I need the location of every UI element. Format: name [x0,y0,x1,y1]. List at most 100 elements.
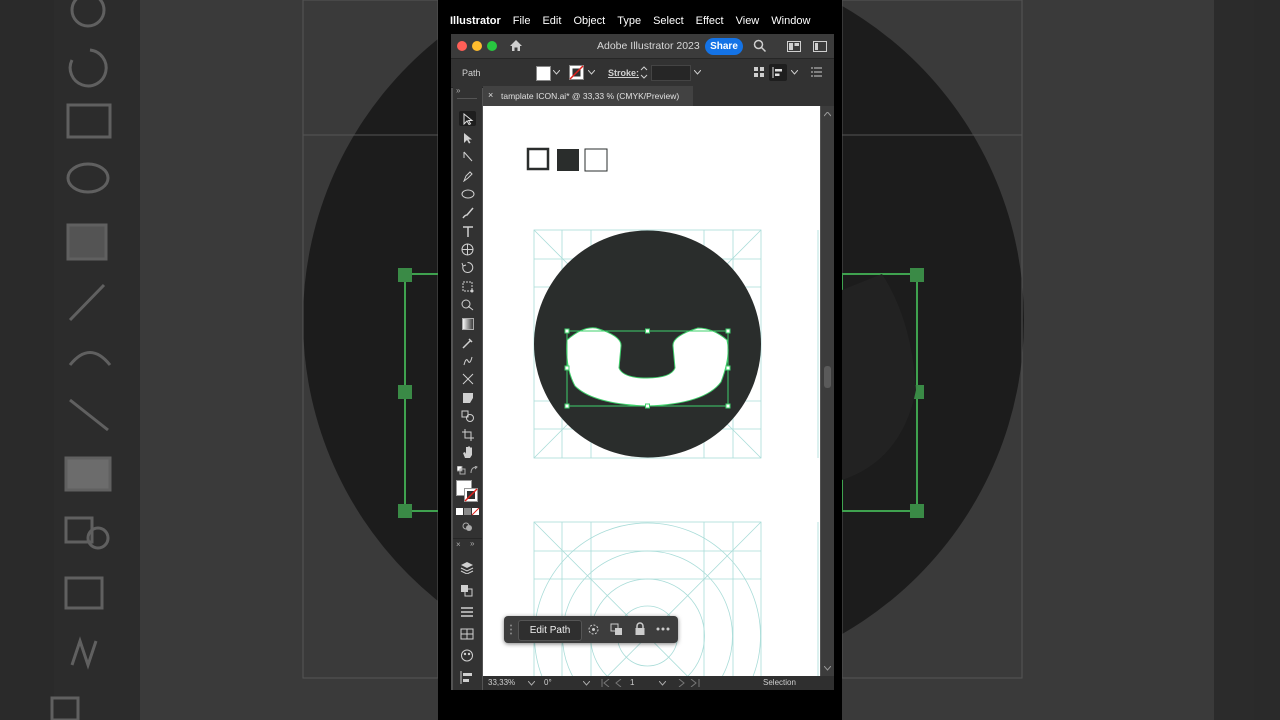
scroll-down-chevron-icon[interactable] [824,666,831,671]
minimize-window-button[interactable] [472,41,482,51]
selection-tool-button[interactable] [459,111,476,126]
panels-dock: × » [453,538,482,690]
toolbar-grip [457,98,477,99]
stroke-label[interactable]: Stroke: [608,68,639,78]
white-square-swatch[interactable] [584,148,608,172]
workspace-switcher-icon[interactable] [813,41,827,52]
align-button[interactable] [769,64,787,81]
fill-swatch[interactable] [536,66,551,81]
recolor-icon[interactable] [587,623,600,636]
color-palette-icon[interactable] [460,649,474,662]
scissors-tool-button[interactable] [459,371,476,386]
stroke-none-swatch-icon[interactable] [569,65,584,80]
drawing-modes-icon[interactable] [462,522,473,532]
globe-icon [461,243,474,256]
illustrator-window: Adobe Illustrator 2023 Share Path Stroke… [451,34,834,690]
menu-edit[interactable]: Edit [542,15,561,27]
outline-square-swatch[interactable] [526,147,550,171]
shapes-icon [461,410,474,422]
left-bg-artwork [50,0,438,720]
perspective-tool-button[interactable] [459,408,476,423]
symbol-sprayer-tool-button[interactable] [459,242,476,257]
paintbrush-tool-button[interactable] [459,205,476,220]
libraries-icon[interactable] [460,584,474,597]
dark-square-swatch[interactable] [557,149,579,171]
duplicate-icon[interactable] [610,623,623,636]
close-window-button[interactable] [457,41,467,51]
rotation-chevron-down-icon[interactable] [583,681,590,686]
ellipse-tool-button[interactable] [459,186,476,201]
hand-tool-button[interactable] [459,445,476,460]
scrollbar-thumb[interactable] [824,366,831,388]
more-options-icon[interactable] [656,627,670,631]
eyedropper-tool-button[interactable] [459,335,476,350]
artboard-chevron-down-icon[interactable] [659,681,666,686]
default-colors-icon[interactable] [457,466,466,475]
menu-type[interactable]: Type [617,15,641,27]
mac-menubar: Illustrator File Edit Object Type Select… [438,8,842,34]
color-modes-icon[interactable] [456,508,480,516]
direct-selection-tool-button[interactable] [459,130,476,145]
lock-icon[interactable] [634,622,646,636]
close-tab-icon[interactable]: × [488,90,493,100]
ellipse-icon [461,189,474,198]
arrange-documents-icon[interactable] [787,41,801,52]
rotate-icon [461,261,474,273]
eyedropper-icon [461,337,473,349]
align-chevron-down-icon[interactable] [791,70,798,75]
menu-object[interactable]: Object [573,15,605,27]
fill-dropdown-chevron-down-icon[interactable] [553,70,560,75]
panel-menu-icon[interactable] [811,67,822,77]
drag-handle-icon[interactable] [509,624,513,635]
layers-icon[interactable] [460,561,474,574]
menu-select[interactable]: Select [653,15,684,27]
zoom-window-button[interactable] [487,41,497,51]
scroll-up-chevron-icon[interactable] [824,112,831,117]
swap-colors-icon[interactable] [470,466,479,475]
transform-grid-icon[interactable] [754,67,765,78]
close-panels-icon[interactable]: × [456,540,461,549]
swatches-icon[interactable] [460,628,474,640]
gradient-tool-button[interactable] [459,316,476,331]
right-bg-artwork [842,0,1254,720]
artboard-tool-button[interactable] [459,390,476,405]
direct-selection-arrow-icon [463,132,472,143]
stroke-weight-input[interactable] [651,65,691,81]
menu-window[interactable]: Window [771,15,810,27]
stroke-weight-chevron-down-icon[interactable] [694,70,701,75]
free-transform-tool-button[interactable] [459,279,476,294]
edit-path-button[interactable]: Edit Path [518,620,582,641]
rotate-tool-button[interactable] [459,260,476,275]
menu-app-name[interactable]: Illustrator [450,15,501,27]
document-tab[interactable]: × tamplate ICON.ai* @ 33,33 % (CMYK/Prev… [483,86,693,106]
properties-icon[interactable] [460,606,474,618]
puppet-warp-tool-button[interactable] [459,353,476,368]
stroke-none-color-icon[interactable] [464,488,478,502]
type-tool-button[interactable] [459,224,476,239]
group-selection-tool-button[interactable] [459,149,476,164]
pen-tool-button[interactable] [459,168,476,183]
stroke-dropdown-chevron-down-icon[interactable] [588,70,595,75]
stroke-weight-stepper-icon[interactable] [640,65,648,80]
menu-file[interactable]: File [513,15,531,27]
menu-effect[interactable]: Effect [696,15,724,27]
search-icon[interactable] [753,39,767,53]
shape-builder-tool-button[interactable] [459,297,476,312]
rotation-value[interactable]: 0° [544,678,552,687]
artboard-number[interactable]: 1 [630,678,634,687]
previous-artboard-icon[interactable] [601,679,625,687]
paintbrush-icon [461,207,474,218]
expand-panels-icon[interactable]: » [470,539,474,548]
next-artboard-icon[interactable] [677,679,701,687]
collapse-toolbar-icon[interactable]: » [456,86,460,95]
artboard-canvas[interactable] [483,106,820,676]
menu-view[interactable]: View [736,15,760,27]
zoom-chevron-down-icon[interactable] [528,681,535,686]
share-button[interactable]: Share [705,38,743,55]
crop-tool-button[interactable] [459,427,476,442]
home-icon[interactable] [509,39,523,52]
zoom-level[interactable]: 33,33% [488,678,515,687]
align-panel-icon[interactable] [460,671,474,684]
selection-type-label: Path [462,68,481,78]
vertical-scrollbar[interactable] [821,106,834,676]
